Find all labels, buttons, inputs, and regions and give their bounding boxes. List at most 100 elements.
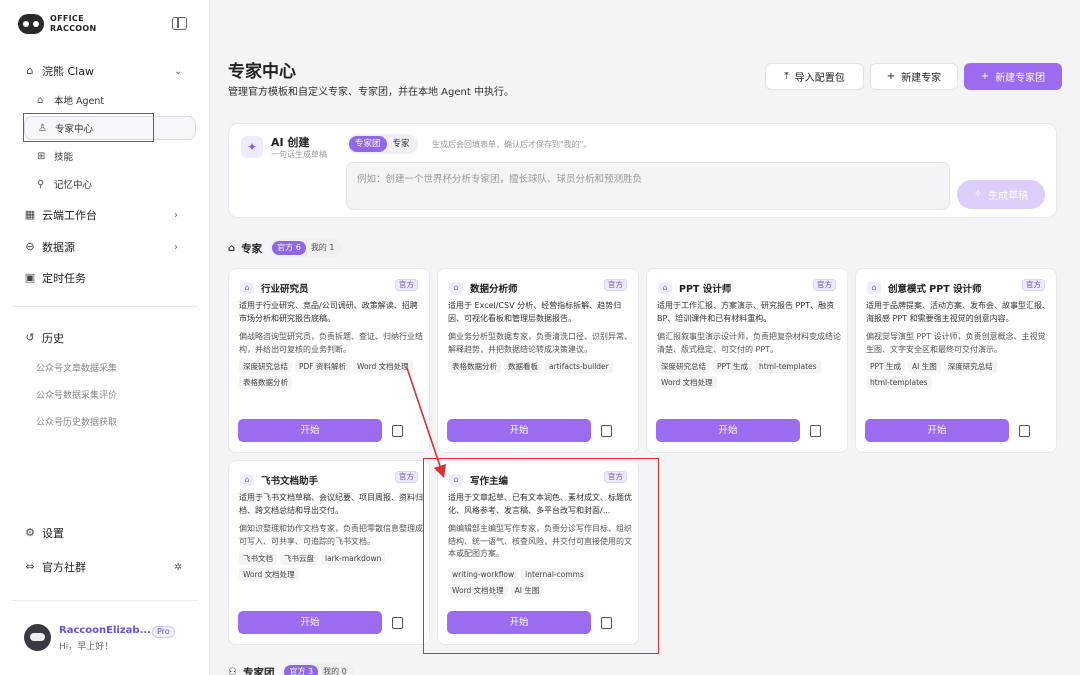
expert-card: ⌂ PPT 设计师 官方适用于工作汇报、方案演示、研究报告 PPT、融资 BP、培训… <box>646 268 848 453</box>
gear-icon: ⚙ <box>25 526 35 539</box>
official-badge: 官方 <box>604 471 627 483</box>
brand-logo[interactable]: OFFICE RACCOON <box>18 14 97 34</box>
tab-mine[interactable]: 我的 1 <box>306 241 340 255</box>
copy-icon[interactable] <box>810 422 824 437</box>
copy-icon[interactable] <box>601 614 615 629</box>
tab-official[interactable]: 官方 3 <box>284 665 319 675</box>
card-title: 飞书文档助手 <box>261 476 319 487</box>
copy-icon[interactable] <box>392 422 406 437</box>
generate-draft-button[interactable]: ✧ 生成草稿 <box>957 180 1045 209</box>
sidebar-item-expert-center[interactable]: ♙ 专家中心 <box>24 116 196 140</box>
skill-tag: 飞书文档 <box>239 552 277 565</box>
database-icon: ⊖ <box>25 240 35 253</box>
card-persona: 偏业务分析型数据专家，负责清洗口径、识别异常、解释趋势，并把数据结论转成决策建议… <box>448 332 632 354</box>
official-badge: 官方 <box>395 279 418 291</box>
nav-history[interactable]: ↺ 历史 <box>0 331 210 346</box>
skill-tag: html-templates <box>755 360 821 373</box>
mode-toggle: 专家团 专家 <box>347 134 418 154</box>
card-title: PPT 设计师 <box>679 284 732 295</box>
start-button[interactable]: 开始 <box>447 419 591 442</box>
chevron-down-icon[interactable]: ⌄ <box>174 66 182 77</box>
card-usage: 适用于品牌提案、活动方案、发布会、故事型汇报、海报感 PPT 和需要强主视觉的创… <box>866 301 1050 323</box>
robot-icon: ⌂ <box>240 474 254 486</box>
history-icon: ↺ <box>25 331 35 344</box>
import-config-button[interactable]: ⤒ 导入配置包 <box>765 63 864 90</box>
divider <box>12 600 198 601</box>
brand-line2: RACCOON <box>50 24 97 33</box>
experts-section-header: ⌂ 专家 官方 6 我的 1 <box>228 239 342 257</box>
pro-badge: Pro <box>152 626 175 638</box>
skill-tags: 表格数据分析 数据看板 artifacts-builder <box>448 360 634 373</box>
tab-expert-team[interactable]: 专家团 <box>349 136 387 152</box>
skill-tag: Word 文档处理 <box>448 584 508 597</box>
plus-icon: + <box>980 71 990 82</box>
start-button[interactable]: 开始 <box>447 611 591 634</box>
history-item[interactable]: 公众号数据采集评价 <box>36 388 117 401</box>
card-title: 数据分析师 <box>470 284 518 295</box>
card-usage: 适用于文章起草、已有文本润色、素材成文、标题优化、风格参考、发言稿、多平台改写和… <box>448 493 632 515</box>
skill-tag: PPT 生成 <box>713 360 753 373</box>
nav-claw[interactable]: ⌂ 浣熊 Claw ⌄ <box>0 64 210 79</box>
new-expert-button[interactable]: + 新建专家 <box>870 63 958 90</box>
user-icon: ♙ <box>38 122 47 134</box>
nav-scheduled[interactable]: ▣ 定时任务 <box>0 271 210 286</box>
card-usage: 适用于工作汇报、方案演示、研究报告 PPT、融资 BP、培训课件和已有材料重构。 <box>657 301 835 323</box>
nav-datasource[interactable]: ⊖ 数据源 › <box>0 240 210 255</box>
ai-create-subtitle: 一句话生成草稿 <box>271 150 327 159</box>
start-button[interactable]: 开始 <box>238 611 382 634</box>
sparkle-icon: ✧ <box>973 189 983 200</box>
card-title: 创意模式 PPT 设计师 <box>888 284 982 295</box>
raccoon-logo-icon <box>18 14 44 34</box>
skill-tag: AI 生图 <box>908 360 941 373</box>
user-greeting: Hi，早上好！ <box>59 642 114 652</box>
teams-filter: 官方 3 我的 0 <box>282 663 354 675</box>
card-title: 行业研究员 <box>261 284 309 295</box>
sidebar-collapse-icon[interactable] <box>172 17 187 30</box>
user-profile[interactable]: RaccoonElizab... Pro Hi，早上好！ <box>24 624 175 652</box>
official-badge: 官方 <box>604 279 627 291</box>
start-button[interactable]: 开始 <box>865 419 1009 442</box>
official-badge: 官方 <box>813 279 836 291</box>
robot-icon: ⌂ <box>228 242 236 254</box>
nav-settings[interactable]: ⚙ 设置 <box>0 526 210 541</box>
page-title: 专家中心 <box>228 62 296 82</box>
history-item[interactable]: 公众号文章数据采集 <box>36 361 117 374</box>
sidebar-item-skills[interactable]: ⊞ 技能 <box>24 144 196 168</box>
robot-icon: ⌂ <box>26 64 34 77</box>
chevron-right-icon: › <box>174 209 178 221</box>
avatar <box>24 624 51 651</box>
user-name: RaccoonElizab... <box>59 625 151 636</box>
start-button[interactable]: 开始 <box>656 419 800 442</box>
ai-hint: 生成后会回填表单，确认后才保存到"我的"。 <box>432 140 592 149</box>
history-item[interactable]: 公众号历史数据获取 <box>36 415 117 428</box>
brand-line1: OFFICE <box>50 14 84 23</box>
card-usage: 适用于 Excel/CSV 分析、经营指标拆解、趋势归因、可视化看板和管理层数据… <box>448 301 622 323</box>
ai-prompt-input[interactable]: 例如：创建一个世界杯分析专家团，擅长球队、球员分析和预测胜负 <box>346 162 950 210</box>
nav-cloud-workspace[interactable]: ▦ 云端工作台 › <box>0 208 210 223</box>
sparkle-icon: ✦ <box>241 136 263 158</box>
copy-icon[interactable] <box>392 614 406 629</box>
tab-official[interactable]: 官方 6 <box>272 241 306 255</box>
tab-mine[interactable]: 我的 0 <box>318 665 352 675</box>
robot-icon: ⌂ <box>37 94 44 106</box>
copy-icon[interactable] <box>601 422 615 437</box>
community-icon: ⇔ <box>25 560 35 573</box>
copy-icon[interactable] <box>1019 422 1033 437</box>
plus-icon: + <box>886 71 896 82</box>
tab-expert[interactable]: 专家 <box>387 136 416 152</box>
nav-community[interactable]: ⇔ 官方社群 ✲ <box>0 560 210 575</box>
card-persona: 偏编辑部主编型写作专家，负责分诊写作目标、组织结构、统一语气、核查风险，并交付可… <box>448 524 632 558</box>
nav-claw-label: 浣熊 Claw <box>42 65 94 78</box>
start-button[interactable]: 开始 <box>238 419 382 442</box>
ai-create-panel: ✦ AI 创建 一句话生成草稿 专家团 专家 生成后会回填表单，确认后才保存到"… <box>228 123 1057 218</box>
skill-tag: html-templates <box>866 376 932 389</box>
grid-icon: ▦ <box>24 208 36 221</box>
bug-icon[interactable]: ✲ <box>174 562 182 573</box>
new-team-button[interactable]: + 新建专家团 <box>964 63 1062 90</box>
skill-tags: writing-workflow internal-comms Word 文档处理 A… <box>448 568 634 597</box>
robot-icon: ⌂ <box>658 282 672 294</box>
sidebar-item-memory[interactable]: ⚲ 记忆中心 <box>24 172 196 196</box>
upload-icon: ⤒ <box>784 71 789 82</box>
sidebar-item-local-agent[interactable]: ⌂ 本地 Agent <box>24 88 196 112</box>
robot-icon: ⌂ <box>240 282 254 294</box>
